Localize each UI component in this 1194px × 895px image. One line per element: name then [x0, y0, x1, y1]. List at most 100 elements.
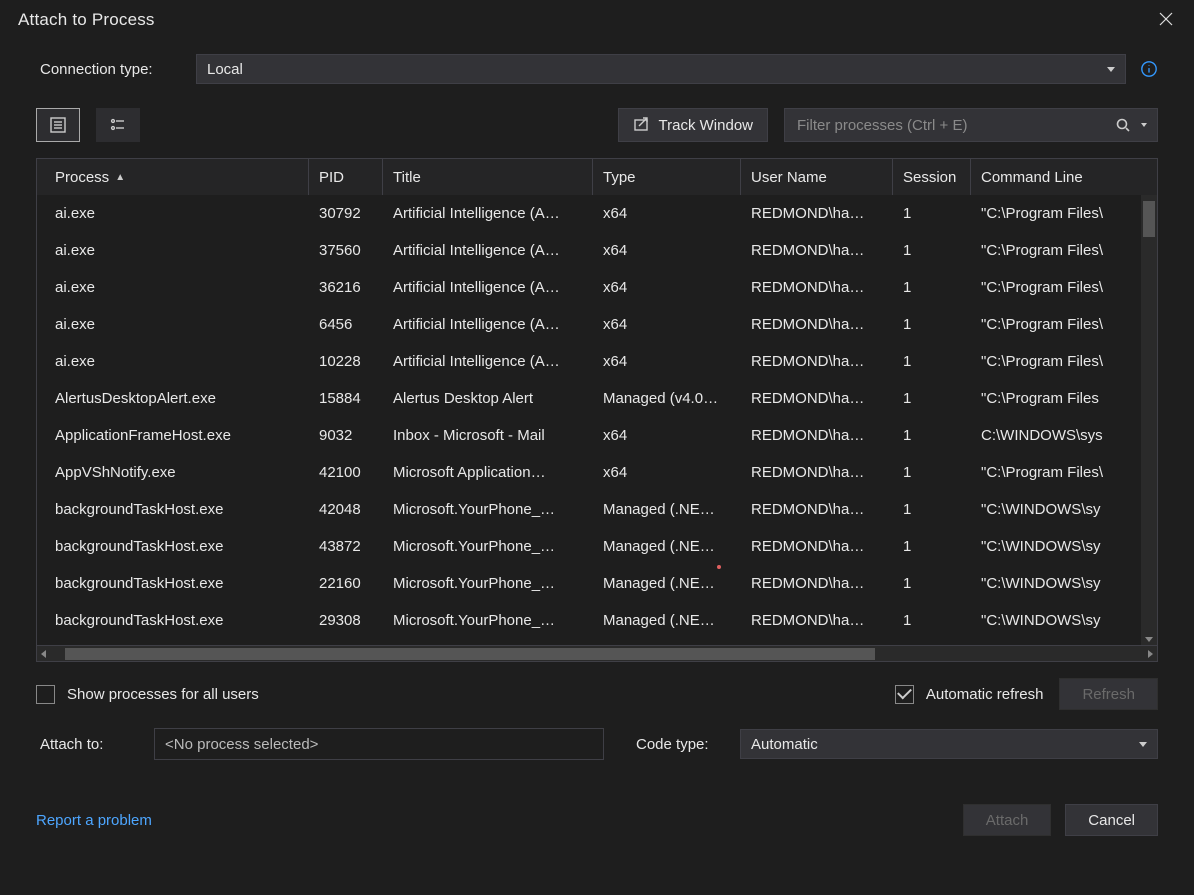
view-details-button[interactable]	[36, 108, 80, 142]
cell-type: x64	[593, 242, 741, 259]
scrollbar-thumb[interactable]	[65, 648, 875, 660]
cell-pid: 30792	[309, 205, 383, 222]
table-row[interactable]: ai.exe30792Artificial Intelligence (A…x6…	[37, 195, 1157, 232]
chevron-down-icon	[1139, 742, 1147, 747]
cell-command: C:\WINDOWS\sys	[971, 427, 1135, 444]
table-row[interactable]: backgroundTaskHost.exe22160Microsoft.You…	[37, 565, 1157, 602]
attach-to-field[interactable]: <No process selected>	[154, 728, 604, 760]
cell-session: 1	[893, 316, 971, 333]
cell-title: Microsoft.YourPhone_…	[383, 612, 593, 629]
cell-title: Microsoft Application…	[383, 464, 593, 481]
cancel-button[interactable]: Cancel	[1065, 804, 1158, 836]
dialog-title: Attach to Process	[18, 10, 155, 30]
options-row: Show processes for all users Automatic r…	[0, 662, 1194, 714]
search-icon	[1115, 117, 1131, 133]
filter-processes-input[interactable]	[795, 116, 1105, 135]
table-row[interactable]: AppVShNotify.exe42100Microsoft Applicati…	[37, 454, 1157, 491]
report-problem-link[interactable]: Report a problem	[36, 812, 152, 829]
table-row[interactable]: ai.exe37560Artificial Intelligence (A…x6…	[37, 232, 1157, 269]
table-row[interactable]: ai.exe6456Artificial Intelligence (A…x64…	[37, 306, 1157, 343]
column-user-name[interactable]: User Name	[741, 159, 893, 195]
track-window-button[interactable]: Track Window	[618, 108, 768, 142]
cell-process: ai.exe	[37, 279, 309, 296]
vertical-scrollbar[interactable]	[1141, 195, 1157, 645]
info-icon[interactable]	[1140, 60, 1158, 78]
automatic-refresh-label: Automatic refresh	[926, 686, 1044, 703]
cell-pid: 42048	[309, 501, 383, 518]
table-row[interactable]: ai.exe10228Artificial Intelligence (A…x6…	[37, 343, 1157, 380]
cell-pid: 15884	[309, 390, 383, 407]
automatic-refresh-checkbox[interactable]: Automatic refresh	[895, 685, 1044, 704]
cell-type: x64	[593, 464, 741, 481]
cell-type: Managed (.NE…	[593, 501, 741, 518]
code-type-dropdown[interactable]: Automatic	[740, 729, 1158, 759]
table-body: ai.exe30792Artificial Intelligence (A…x6…	[37, 195, 1157, 645]
cell-title: Artificial Intelligence (A…	[383, 279, 593, 296]
cell-pid: 37560	[309, 242, 383, 259]
table-row[interactable]: AlertusDesktopAlert.exe15884Alertus Desk…	[37, 380, 1157, 417]
cell-command: "C:\Program Files\	[971, 353, 1135, 370]
view-tree-button[interactable]	[96, 108, 140, 142]
show-all-users-checkbox[interactable]: Show processes for all users	[36, 685, 259, 704]
connection-type-dropdown[interactable]: Local	[196, 54, 1126, 84]
cell-title: Microsoft.YourPhone_…	[383, 538, 593, 555]
close-icon[interactable]	[1158, 11, 1176, 29]
refresh-button: Refresh	[1059, 678, 1158, 710]
column-session[interactable]: Session	[893, 159, 971, 195]
cell-user: REDMOND\ha…	[741, 242, 893, 259]
cell-user: REDMOND\ha…	[741, 427, 893, 444]
cell-session: 1	[893, 427, 971, 444]
cell-session: 1	[893, 575, 971, 592]
chevron-down-icon[interactable]	[1141, 123, 1147, 127]
code-type-label: Code type:	[636, 736, 726, 753]
chevron-left-icon[interactable]	[41, 650, 46, 658]
cell-process: ai.exe	[37, 353, 309, 370]
cell-title: Artificial Intelligence (A…	[383, 353, 593, 370]
cell-command: "C:\WINDOWS\sy	[971, 538, 1135, 555]
table-row[interactable]: backgroundTaskHost.exe42048Microsoft.You…	[37, 491, 1157, 528]
cell-session: 1	[893, 612, 971, 629]
cell-command: "C:\WINDOWS\sy	[971, 612, 1135, 629]
chevron-right-icon[interactable]	[1148, 650, 1153, 658]
cell-user: REDMOND\ha…	[741, 316, 893, 333]
cell-user: REDMOND\ha…	[741, 575, 893, 592]
cell-session: 1	[893, 353, 971, 370]
cell-user: REDMOND\ha…	[741, 279, 893, 296]
attach-to-value: <No process selected>	[165, 736, 318, 753]
cell-type: x64	[593, 316, 741, 333]
cell-process: AppVShNotify.exe	[37, 464, 309, 481]
cell-command: "C:\WINDOWS\sy	[971, 575, 1135, 592]
cell-session: 1	[893, 242, 971, 259]
cell-command: "C:\Program Files\	[971, 279, 1135, 296]
track-window-label: Track Window	[659, 117, 753, 134]
horizontal-scrollbar[interactable]	[36, 646, 1158, 662]
footer: Report a problem Attach Cancel	[0, 764, 1194, 846]
chevron-down-icon[interactable]	[1145, 637, 1153, 642]
column-command-line[interactable]: Command Line	[971, 159, 1135, 195]
cell-command: "C:\WINDOWS\sy	[971, 501, 1135, 518]
cell-process: backgroundTaskHost.exe	[37, 538, 309, 555]
cell-pid: 9032	[309, 427, 383, 444]
cell-session: 1	[893, 390, 971, 407]
table-row[interactable]: backgroundTaskHost.exe29308Microsoft.You…	[37, 602, 1157, 639]
table-row[interactable]: ApplicationFrameHost.exe9032Inbox - Micr…	[37, 417, 1157, 454]
attach-to-label: Attach to:	[40, 736, 140, 753]
cell-type: Managed (v4.0…	[593, 390, 741, 407]
column-pid[interactable]: PID	[309, 159, 383, 195]
cell-pid: 43872	[309, 538, 383, 555]
column-title[interactable]: Title	[383, 159, 593, 195]
filter-processes-box[interactable]	[784, 108, 1158, 142]
dialog-titlebar: Attach to Process	[0, 0, 1194, 50]
cell-type: Managed (.NE…	[593, 538, 741, 555]
cell-session: 1	[893, 464, 971, 481]
column-type[interactable]: Type	[593, 159, 741, 195]
cell-user: REDMOND\ha…	[741, 390, 893, 407]
cell-title: Artificial Intelligence (A…	[383, 205, 593, 222]
cell-process: backgroundTaskHost.exe	[37, 575, 309, 592]
cell-user: REDMOND\ha…	[741, 353, 893, 370]
process-table: Process▲ PID Title Type User Name Sessio…	[36, 158, 1158, 646]
table-row[interactable]: backgroundTaskHost.exe43872Microsoft.You…	[37, 528, 1157, 565]
table-row[interactable]: ai.exe36216Artificial Intelligence (A…x6…	[37, 269, 1157, 306]
column-process[interactable]: Process▲	[37, 159, 309, 195]
scrollbar-thumb[interactable]	[1143, 201, 1155, 237]
